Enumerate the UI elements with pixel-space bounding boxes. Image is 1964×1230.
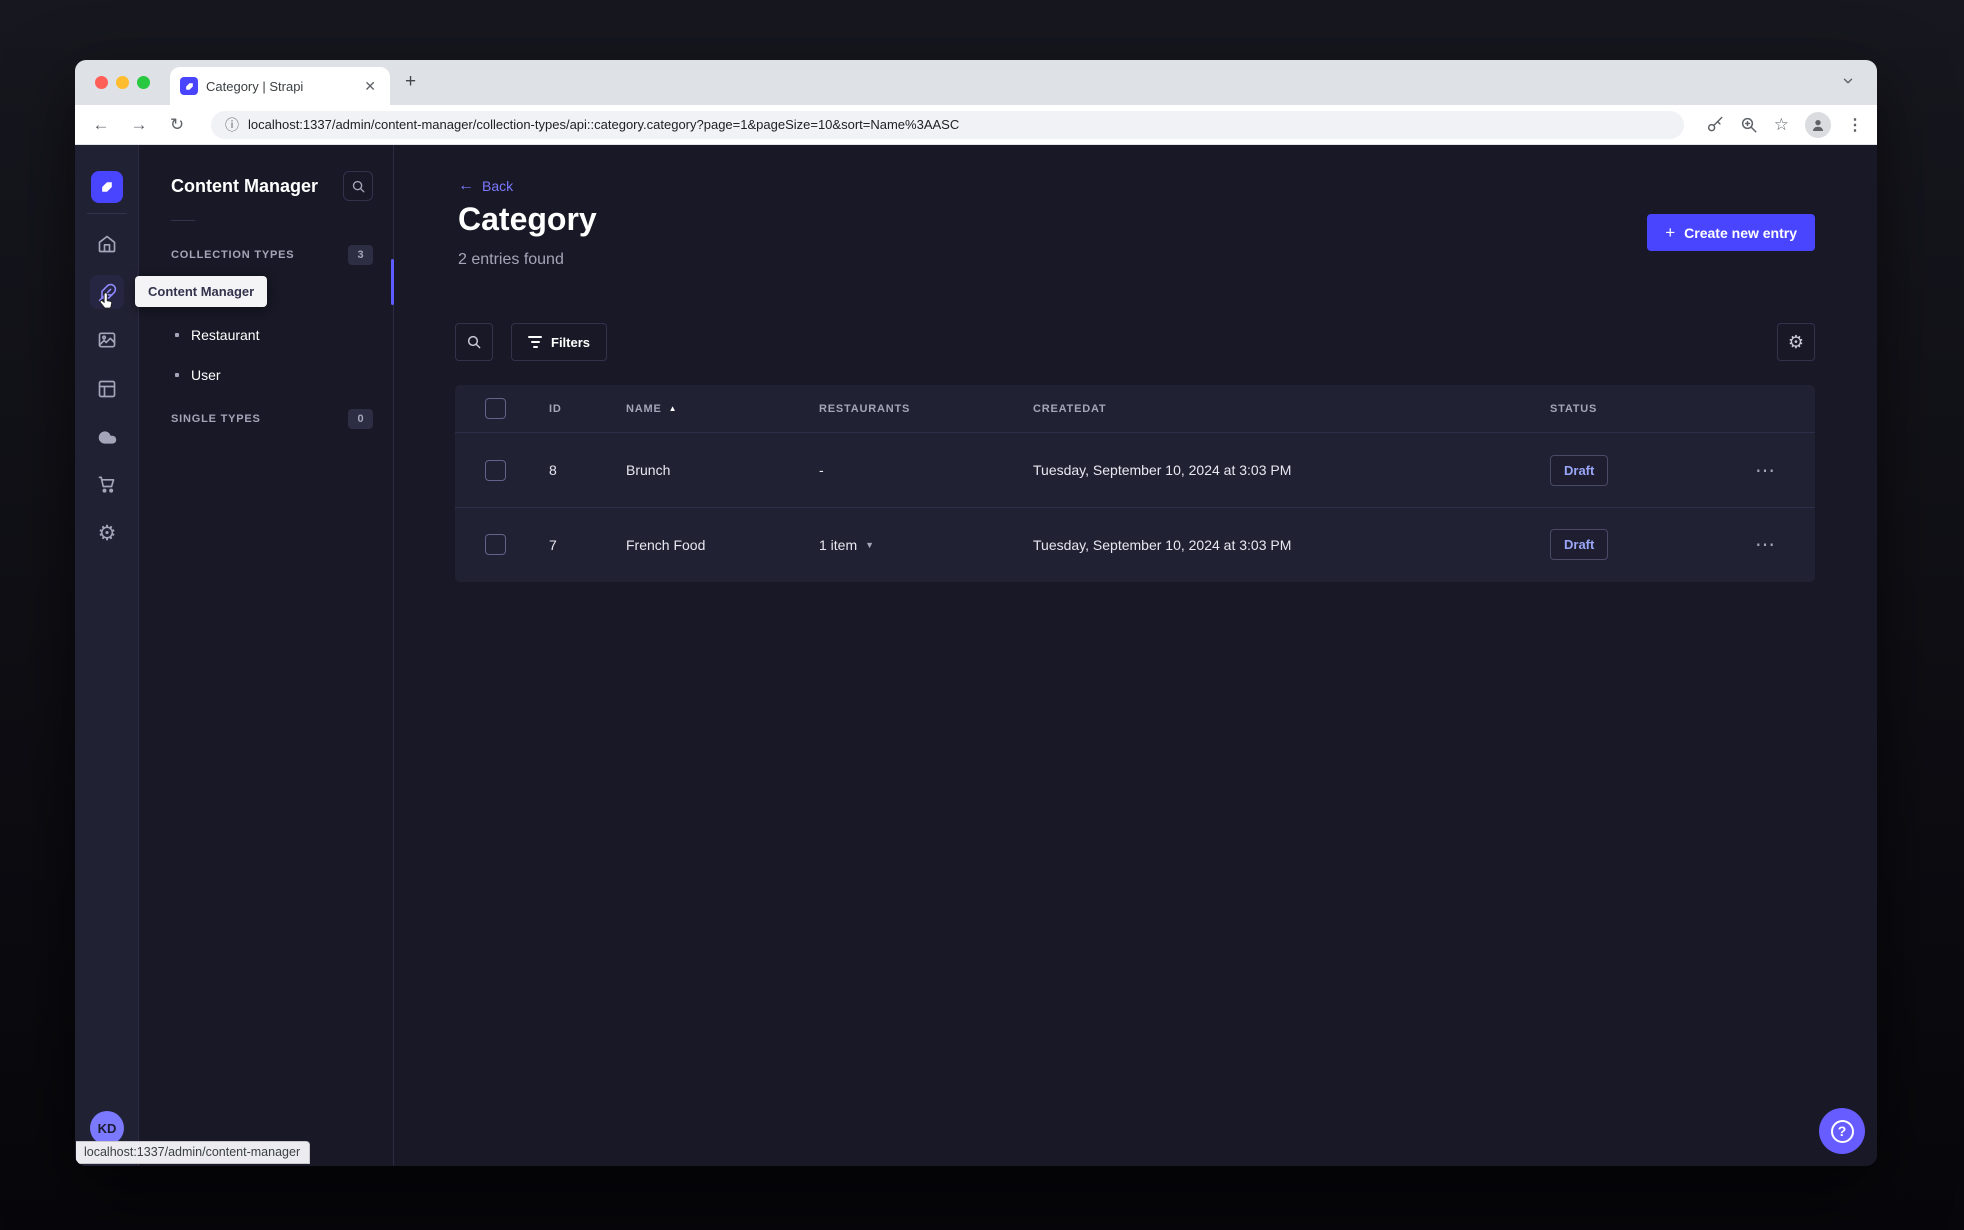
new-tab-button[interactable]: + <box>405 72 416 92</box>
row-actions-menu-icon[interactable]: ⋯ <box>1749 532 1815 557</box>
table-header-row: ID NAME ▲ RESTAURANTS CREATEDAT STATUS <box>455 385 1815 433</box>
zoom-window-button[interactable] <box>137 76 150 89</box>
filters-button[interactable]: Filters <box>511 323 608 361</box>
table-row[interactable]: 8 Brunch - Tuesday, September 10, 2024 a… <box>455 433 1815 507</box>
page-title: Category <box>458 201 597 237</box>
table-row[interactable]: 7 French Food 1 item ▼ Tuesday, Septembe… <box>455 507 1815 581</box>
url-bar[interactable]: ⓘ localhost:1337/admin/content-manager/c… <box>211 110 1684 139</box>
tab-title: Category | Strapi <box>206 78 304 94</box>
cell-name: Brunch <box>626 462 671 478</box>
home-icon[interactable] <box>87 224 127 264</box>
chevron-down-icon: ▼ <box>865 539 875 550</box>
close-window-button[interactable] <box>95 76 108 89</box>
toolbar-icons: ☆ ⋮ <box>1706 111 1863 138</box>
collection-types-count-badge: 3 <box>348 245 373 265</box>
panel-divider <box>171 220 195 221</box>
cell-id: 8 <box>549 462 557 478</box>
column-header-createdat[interactable]: CREATEDAT <box>1033 403 1550 415</box>
rail-divider <box>87 213 127 214</box>
search-button[interactable] <box>455 323 493 361</box>
cell-createdat: Tuesday, September 10, 2024 at 3:03 PM <box>1033 462 1292 478</box>
site-info-icon[interactable]: ⓘ <box>225 115 239 135</box>
create-button-label: Create new entry <box>1684 224 1797 241</box>
column-header-id[interactable]: ID <box>549 403 626 415</box>
entries-table: ID NAME ▲ RESTAURANTS CREATEDAT STATUS 8… <box>455 385 1815 582</box>
strapi-favicon <box>180 77 198 95</box>
zoom-icon[interactable] <box>1740 116 1758 134</box>
marketplace-cart-icon[interactable] <box>87 464 127 504</box>
sidebar-item-label: User <box>191 367 221 383</box>
gear-icon: ⚙ <box>1787 332 1805 352</box>
passwords-key-icon[interactable] <box>1706 116 1724 134</box>
back-nav-icon[interactable]: ← <box>89 115 113 135</box>
browser-menu-icon[interactable]: ⋮ <box>1847 115 1863 135</box>
reload-icon[interactable]: ↻ <box>165 115 189 135</box>
cell-restaurants[interactable]: 1 item ▼ <box>819 537 1033 553</box>
browser-tab[interactable]: Category | Strapi ✕ <box>170 67 390 105</box>
row-checkbox[interactable] <box>485 534 506 555</box>
link-status-bar: localhost:1337/admin/content-manager <box>76 1141 311 1164</box>
browser-tab-strip: Category | Strapi ✕ + <box>75 60 1877 105</box>
column-header-restaurants[interactable]: RESTAURANTS <box>819 403 1033 415</box>
browser-window: Category | Strapi ✕ + ← → ↻ ⓘ localhost:… <box>75 60 1877 1166</box>
tab-close-icon[interactable]: ✕ <box>360 78 380 95</box>
content-manager-tooltip: Content Manager <box>135 276 268 307</box>
sidebar-item-user[interactable]: User <box>171 355 373 395</box>
settings-gear-icon[interactable]: ⚙ <box>87 513 127 553</box>
entries-count: 2 entries found <box>458 251 564 268</box>
cell-id: 7 <box>549 536 557 553</box>
strapi-logo[interactable] <box>91 171 123 203</box>
bullet-icon <box>175 333 179 337</box>
column-header-name[interactable]: NAME ▲ <box>626 403 819 415</box>
select-all-checkbox[interactable] <box>485 398 506 419</box>
row-checkbox[interactable] <box>485 459 506 481</box>
bookmark-star-icon[interactable]: ☆ <box>1774 115 1789 135</box>
filters-label: Filters <box>551 334 591 350</box>
help-button[interactable]: ? <box>1819 1108 1865 1154</box>
view-settings-gear-button[interactable]: ⚙ <box>1777 323 1815 361</box>
desktop: { "browser": { "tab_title": "Category | … <box>0 0 1964 1230</box>
column-header-status[interactable]: STATUS <box>1550 403 1749 415</box>
main-content: ← Back Category 2 entries found + Create… <box>394 145 1877 1166</box>
tab-search-chevron-icon[interactable] <box>1841 74 1855 88</box>
status-badge: Draft <box>1550 529 1609 560</box>
question-mark-icon: ? <box>1830 1119 1854 1143</box>
sort-ascending-icon: ▲ <box>668 404 678 413</box>
window-controls <box>95 76 150 89</box>
back-label: Back <box>482 178 514 194</box>
status-badge: Draft <box>1550 454 1609 486</box>
create-new-entry-button[interactable]: + Create new entry <box>1647 214 1815 251</box>
collection-types-label: COLLECTION TYPES <box>171 249 295 261</box>
cursor-pointer <box>97 292 116 311</box>
bullet-icon <box>175 373 179 377</box>
plus-icon: + <box>1665 222 1676 242</box>
strapi-app: ⚙ KD Content Manager COLLECTION TYPES 3 … <box>75 145 1877 1166</box>
cell-name: French Food <box>626 536 706 553</box>
minimize-window-button[interactable] <box>116 76 129 89</box>
filter-icon <box>528 336 542 348</box>
sidebar-item-restaurant[interactable]: Restaurant <box>171 315 373 355</box>
arrow-left-icon: ← <box>458 177 474 194</box>
cell-restaurants: - <box>819 462 824 478</box>
browser-profile-avatar[interactable] <box>1805 111 1831 138</box>
panel-search-button[interactable] <box>343 171 373 201</box>
browser-toolbar: ← → ↻ ⓘ localhost:1337/admin/content-man… <box>75 105 1877 145</box>
media-library-icon[interactable] <box>87 320 127 360</box>
back-link[interactable]: ← Back <box>458 177 513 195</box>
content-type-builder-icon[interactable] <box>87 369 127 409</box>
cloud-icon[interactable] <box>87 417 127 457</box>
row-actions-menu-icon[interactable]: ⋯ <box>1749 458 1815 483</box>
single-types-count-badge: 0 <box>348 409 373 429</box>
list-controls: Filters ⚙ <box>455 323 1815 361</box>
single-types-label: SINGLE TYPES <box>171 413 261 425</box>
panel-title: Content Manager <box>171 175 319 196</box>
cell-createdat: Tuesday, September 10, 2024 at 3:03 PM <box>1033 536 1292 553</box>
forward-nav-icon[interactable]: → <box>127 115 151 135</box>
user-avatar[interactable]: KD <box>90 1111 124 1145</box>
url-text: localhost:1337/admin/content-manager/col… <box>248 117 960 132</box>
sidebar-item-label: Restaurant <box>191 327 260 343</box>
